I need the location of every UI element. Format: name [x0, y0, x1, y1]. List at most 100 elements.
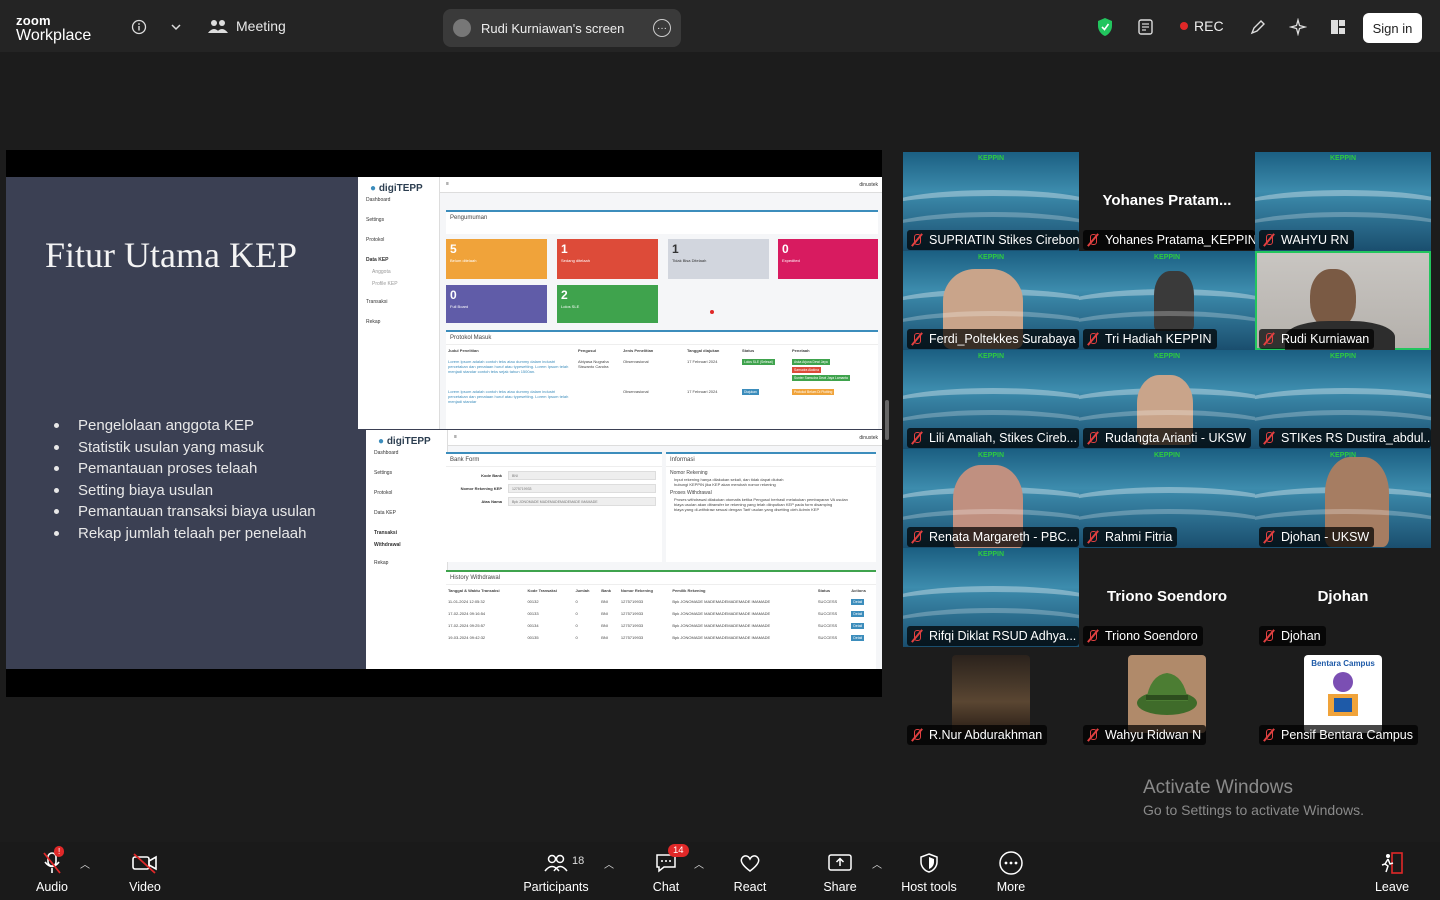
- participant-tile[interactable]: KEPPIN Renata Margareth - PBC...: [903, 449, 1079, 548]
- participant-display-name: Djohan: [1317, 588, 1369, 605]
- shield-icon[interactable]: [1094, 16, 1116, 38]
- nav-item: Transaksi: [366, 299, 388, 305]
- nav-item: Settings: [366, 217, 385, 223]
- mic-muted-icon: [1262, 431, 1276, 445]
- stat-card: 0 Expedited: [778, 239, 878, 279]
- mic-muted-icon: [1086, 431, 1100, 445]
- meeting-button[interactable]: Meeting: [208, 18, 286, 34]
- nav-item: Transaksi: [374, 530, 398, 536]
- chat-button[interactable]: 14 Chat: [646, 842, 689, 900]
- share-button[interactable]: Share: [820, 842, 860, 900]
- chevron-down-icon[interactable]: [165, 16, 187, 38]
- chat-options-caret-icon[interactable]: ︿: [694, 856, 704, 871]
- ai-companion-icon[interactable]: [1287, 16, 1309, 38]
- participant-tile[interactable]: KEPPIN Ferdi_Poltekkes Surabaya: [903, 251, 1079, 350]
- view-layout-icon[interactable]: [1327, 16, 1349, 38]
- bullet-item: Pemantauan proses telaah: [54, 458, 316, 480]
- participant-tile[interactable]: KEPPIN Rahmi Fitria: [1079, 449, 1255, 548]
- participants-icon: [542, 850, 570, 876]
- notes-icon[interactable]: [1135, 16, 1157, 38]
- nav-item: Dashboard: [374, 450, 399, 456]
- participants-button[interactable]: Participants: [522, 842, 590, 900]
- sign-in-button[interactable]: Sign in: [1363, 13, 1422, 43]
- participant-tile[interactable]: KEPPIN Rifqi Diklat RSUD Adhya...: [903, 548, 1079, 647]
- host-tools-shield-icon: [915, 850, 943, 876]
- participant-tile[interactable]: KEPPIN WAHYU RN: [1255, 152, 1431, 251]
- leave-button[interactable]: Leave: [1374, 842, 1410, 900]
- logo-line-1: zoom: [16, 13, 51, 28]
- app-sidebar: ● digiTEPP Dashboard Settings Protokol D…: [358, 177, 440, 429]
- participant-name: Renata Margareth - PBC...: [929, 530, 1077, 544]
- annotate-icon[interactable]: [1247, 16, 1269, 38]
- participant-name: Rahmi Fitria: [1105, 530, 1173, 544]
- participant-name: R.Nur Abdurakhman: [929, 728, 1043, 742]
- participant-name-label: Ferdi_Poltekkes Surabaya: [907, 329, 1079, 349]
- participants-options-caret-icon[interactable]: ︿: [604, 856, 614, 871]
- participant-name: Rifqi Diklat RSUD Adhya...: [929, 629, 1077, 643]
- dashboard-screenshot: ● digiTEPP Dashboard Settings Protokol D…: [358, 177, 882, 429]
- stat-card: 1 Tidak Bisa Ditelaah: [668, 239, 769, 279]
- table-row: Lorem Ipsum adalah contoh teks atau dumm…: [448, 389, 835, 404]
- video-label: Video: [129, 880, 161, 894]
- participant-tile[interactable]: Bentara Campus Pensif Bentara Campus: [1255, 647, 1431, 746]
- participant-tile[interactable]: Djohan Djohan: [1255, 548, 1431, 647]
- presenter-avatar: [453, 19, 471, 37]
- participant-tile[interactable]: Yohanes Pratam... Yohanes Pratama_KEPPIN: [1079, 152, 1255, 251]
- mic-muted-icon: [1262, 629, 1276, 643]
- panel-resize-handle[interactable]: [885, 400, 889, 440]
- nav-item: Protokol: [374, 490, 393, 496]
- screen-share-pill[interactable]: Rudi Kurniawan's screen ···: [443, 9, 681, 47]
- logo-line-2: Workplace: [16, 27, 92, 44]
- app-sidebar: ● digiTEPP Dashboard Settings Protokol D…: [366, 430, 448, 669]
- audio-button[interactable]: ! Audio: [30, 842, 74, 900]
- form-field: Kode Bank BNI: [452, 471, 656, 480]
- react-button[interactable]: React: [730, 842, 770, 900]
- participant-tile[interactable]: Wahyu Ridwan N: [1079, 647, 1255, 746]
- participant-name: Djohan: [1281, 629, 1321, 643]
- participant-display-name: Triono Soendoro: [1107, 588, 1227, 605]
- audio-options-caret-icon[interactable]: ︿: [80, 856, 90, 871]
- nav-item: Data KEP: [374, 510, 396, 516]
- participant-name: WAHYU RN: [1281, 233, 1349, 247]
- stat-card: 5 Belum ditelaah: [446, 239, 547, 279]
- more-options-icon[interactable]: ···: [653, 19, 671, 37]
- host-tools-button[interactable]: Host tools: [898, 842, 960, 900]
- participant-name: STIKes RS Dustira_abdul...: [1281, 431, 1431, 445]
- keppin-logo: KEPPIN: [977, 551, 1005, 558]
- participant-tile[interactable]: KEPPIN Lili Amaliah, Stikes Cireb...: [903, 350, 1079, 449]
- participant-tile[interactable]: KEPPIN Tri Hadiah KEPPIN: [1079, 251, 1255, 350]
- presentation-slide: Fitur Utama KEP Pengelolaan anggota KEP …: [6, 177, 882, 669]
- table-header-row: Judul Penelitian Pengusul Jenis Peneliti…: [448, 348, 810, 353]
- share-options-caret-icon[interactable]: ︿: [872, 856, 882, 871]
- info-icon[interactable]: [128, 16, 150, 38]
- participant-name-label: Yohanes Pratama_KEPPIN: [1083, 230, 1255, 250]
- more-label: More: [996, 880, 1026, 894]
- table-row: 17-02-2024 09:16:54 00133 0 BNI 1275719933 Bp…: [448, 611, 865, 617]
- participant-tile[interactable]: KEPPIN Djohan - UKSW: [1255, 449, 1431, 548]
- recording-indicator[interactable]: REC: [1180, 18, 1224, 34]
- participant-tile[interactable]: KEPPIN STIKes RS Dustira_abdul...: [1255, 350, 1431, 449]
- more-dots-icon: [997, 850, 1025, 876]
- mic-muted-icon: [1086, 332, 1100, 346]
- nav-item: Anggota: [372, 269, 391, 275]
- participant-tile[interactable]: Rudi Kurniawan: [1255, 251, 1431, 350]
- participant-tile[interactable]: KEPPIN SUPRIATIN Stikes Cirebon: [903, 152, 1079, 251]
- participant-tile[interactable]: KEPPIN Rudangta Arianti - UKSW: [1079, 350, 1255, 449]
- keppin-logo: KEPPIN: [977, 155, 1005, 162]
- participant-name-label: SUPRIATIN Stikes Cirebon: [907, 230, 1079, 250]
- participant-tile[interactable]: R.Nur Abdurakhman: [903, 647, 1079, 746]
- video-button[interactable]: Video: [124, 842, 166, 900]
- keppin-logo: KEPPIN: [1329, 353, 1357, 360]
- bullet-item: Setting biaya usulan: [54, 480, 316, 502]
- share-label: Share: [823, 880, 857, 894]
- participant-tile[interactable]: Triono Soendoro Triono Soendoro: [1079, 548, 1255, 647]
- participant-name: Tri Hadiah KEPPIN: [1105, 332, 1212, 346]
- table-row: 19-03-2024 09:42:32 00135 0 BNI 1275719933 Bp…: [448, 635, 865, 641]
- table-row: Lorem Ipsum adalah contoh teks atau dumm…: [448, 359, 850, 381]
- participant-avatar: [1128, 655, 1206, 733]
- more-button[interactable]: More: [992, 842, 1030, 900]
- rec-label: REC: [1194, 18, 1224, 34]
- participant-name: Pensif Bentara Campus: [1281, 728, 1414, 742]
- participant-name: Djohan - UKSW: [1281, 530, 1370, 544]
- nav-item: Data KEP: [366, 257, 389, 263]
